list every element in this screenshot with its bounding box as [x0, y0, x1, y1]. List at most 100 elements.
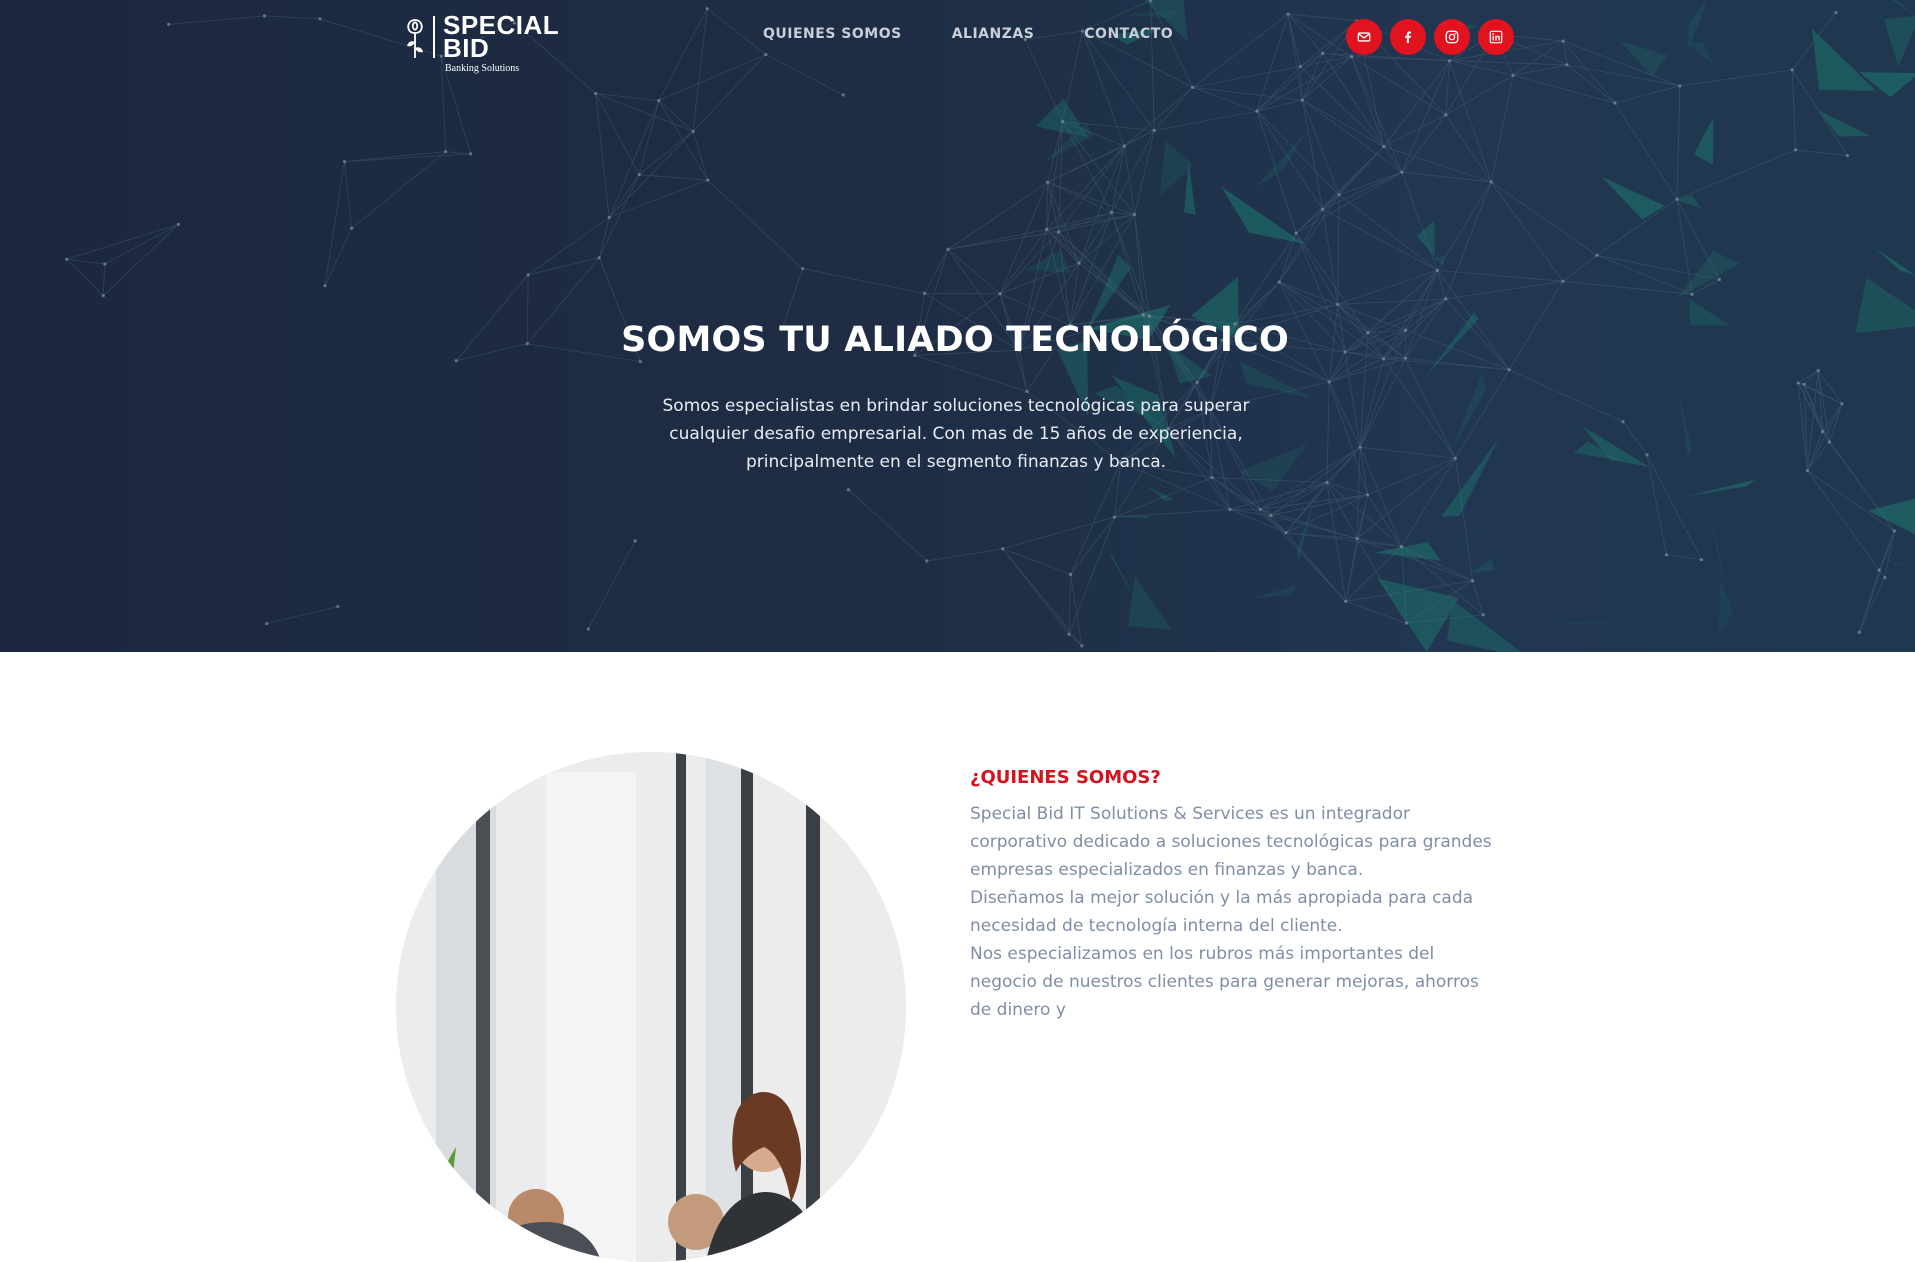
- network-shard: [1818, 110, 1870, 136]
- network-node: [657, 99, 660, 102]
- nav-item-quienes-somos[interactable]: QUIENES SOMOS: [763, 26, 902, 42]
- network-node: [1858, 631, 1861, 634]
- network-link: [1230, 509, 1286, 532]
- network-node: [1077, 261, 1080, 264]
- network-link: [1302, 100, 1339, 195]
- network-link: [1360, 447, 1367, 495]
- network-node: [998, 292, 1001, 295]
- network-shard: [1602, 177, 1665, 220]
- network-link: [1302, 100, 1322, 209]
- network-node: [1621, 420, 1624, 423]
- network-node: [1046, 181, 1049, 184]
- team-photo: [396, 752, 906, 1262]
- network-link: [599, 175, 639, 258]
- network-node: [177, 223, 180, 226]
- network-link: [1339, 147, 1384, 195]
- network-node: [343, 160, 346, 163]
- network-node: [1255, 109, 1258, 112]
- about-paragraph: Diseñamos la mejor solución y la más apr…: [970, 884, 1495, 940]
- logo-text: SPECIAL BID Banking Solutions: [443, 14, 559, 74]
- network-link: [1124, 87, 1192, 146]
- network-node: [1675, 198, 1678, 201]
- network-link: [848, 490, 926, 561]
- nav-item-alianzas[interactable]: ALIANZAS: [952, 26, 1035, 42]
- instagram-icon: [1445, 30, 1459, 44]
- network-node: [527, 273, 530, 276]
- network-node: [594, 92, 597, 95]
- network-link: [1879, 531, 1894, 570]
- network-link: [1357, 458, 1455, 538]
- network-shard: [1688, 43, 1715, 67]
- network-node: [1355, 537, 1358, 540]
- network-link: [1323, 209, 1338, 304]
- network-link: [693, 9, 707, 132]
- network-link: [639, 131, 693, 174]
- hero-section: SPECIAL BID Banking Solutions QUIENES SO…: [0, 0, 1915, 652]
- network-link: [1368, 458, 1456, 495]
- network-link: [1070, 263, 1079, 325]
- network-node: [923, 292, 926, 295]
- network-node: [1400, 545, 1403, 548]
- network-node: [1113, 516, 1116, 519]
- instagram-button[interactable]: [1434, 19, 1470, 55]
- network-node: [1228, 508, 1231, 511]
- network-link: [103, 224, 178, 295]
- network-node: [1471, 579, 1474, 582]
- network-node: [1690, 293, 1693, 296]
- network-node: [1382, 145, 1385, 148]
- network-node: [1512, 74, 1515, 77]
- network-link: [1302, 53, 1322, 100]
- network-link: [1083, 31, 1155, 130]
- network-node: [167, 23, 170, 26]
- network-link: [766, 55, 843, 95]
- network-node: [1067, 633, 1070, 636]
- network-link: [659, 55, 766, 101]
- logo-line-2: BID: [443, 37, 559, 60]
- facebook-button[interactable]: [1390, 19, 1426, 55]
- network-link: [609, 100, 659, 217]
- facebook-icon: [1401, 30, 1415, 44]
- nav-item-contacto[interactable]: CONTACTO: [1084, 26, 1173, 42]
- mail-button[interactable]: [1346, 19, 1382, 55]
- network-link: [1047, 215, 1135, 230]
- network-link: [1151, 1, 1155, 131]
- about-paragraph: Nos especializamos en los rubros más imp…: [970, 940, 1495, 1024]
- network-link: [1667, 555, 1702, 560]
- network-node: [263, 14, 266, 17]
- about-text: Special Bid IT Solutions & Services es u…: [970, 800, 1495, 1024]
- network-link: [1677, 150, 1796, 199]
- network-node: [1878, 568, 1881, 571]
- hero-title: SOMOS TU ALIADO TECNOLÓGICO: [0, 320, 1910, 360]
- network-node: [1448, 59, 1451, 62]
- logo[interactable]: SPECIAL BID Banking Solutions: [403, 14, 563, 74]
- network-link: [596, 93, 610, 217]
- network-link: [639, 175, 708, 180]
- network-link: [1360, 447, 1455, 458]
- network-link: [169, 16, 265, 24]
- network-link: [344, 162, 351, 229]
- network-node: [1344, 600, 1347, 603]
- network-link: [915, 355, 1027, 391]
- network-link: [1402, 115, 1446, 172]
- network-node: [1321, 208, 1324, 211]
- network-shard: [1025, 249, 1071, 273]
- network-link: [1402, 458, 1456, 546]
- network-link: [1302, 100, 1402, 172]
- network-node: [1278, 280, 1281, 283]
- network-node: [1153, 129, 1156, 132]
- network-node: [1299, 65, 1302, 68]
- network-node: [1794, 148, 1797, 151]
- network-link: [1563, 281, 1692, 294]
- network-link: [1437, 270, 1445, 299]
- network-link: [1473, 581, 1484, 615]
- network-link: [1804, 384, 1829, 442]
- logo-divider: [433, 16, 435, 58]
- network-link: [67, 259, 105, 264]
- network-node: [1645, 453, 1648, 456]
- network-link: [1048, 182, 1135, 214]
- network-link: [1257, 53, 1323, 111]
- network-link: [1807, 471, 1894, 531]
- linkedin-button[interactable]: [1478, 19, 1514, 55]
- network-link: [1446, 75, 1513, 115]
- network-link: [1360, 358, 1405, 447]
